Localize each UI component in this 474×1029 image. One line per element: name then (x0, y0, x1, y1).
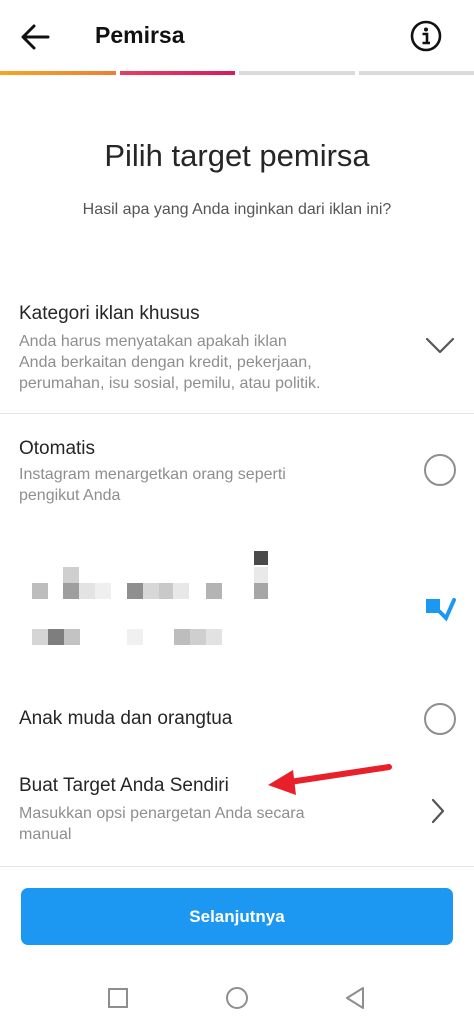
section-title: Pilih target pemirsa (104, 138, 370, 173)
custom-target-title: Buat Target Anda Sendiri (19, 775, 229, 796)
special-category-desc-line: perumahan, isu sosial, pemilu, atau poli… (19, 375, 321, 392)
special-category-desc-line: Anda harus menyatakan apakah iklan (19, 333, 287, 350)
special-category-title: Kategori iklan khusus (19, 303, 200, 324)
automatic-option-desc-line: pengikut Anda (19, 487, 121, 504)
automatic-option-desc-line: Instagram menargetkan orang seperti (19, 466, 286, 483)
progress-segment (0, 71, 116, 75)
progress-bar (0, 71, 474, 75)
blue-check-icon[interactable] (424, 596, 458, 630)
page-title: Pemirsa (95, 22, 185, 48)
info-button[interactable] (410, 20, 442, 52)
section-subtitle: Hasil apa yang Anda inginkan dari iklan … (82, 201, 392, 218)
young-parents-option-row[interactable]: Anak muda dan orangtua (0, 700, 474, 740)
progress-segment (119, 71, 235, 75)
pixel-block (127, 583, 143, 599)
custom-target-row[interactable]: Buat Target Anda Sendiri Masukkan opsi p… (0, 766, 474, 851)
pixel-block (64, 629, 80, 645)
custom-target-desc-line: Masukkan opsi penargetan Anda secara (19, 805, 305, 822)
triangle-back-icon[interactable] (344, 986, 366, 1010)
pixel-block (95, 583, 111, 599)
pixel-block (173, 583, 189, 599)
circle-icon[interactable] (225, 986, 249, 1010)
header: Pemirsa (0, 0, 474, 72)
pixel-block (48, 629, 64, 645)
pixel-block (206, 583, 222, 599)
info-icon (410, 20, 442, 52)
automatic-option-row[interactable]: Otomatis Instagram menargetkan orang sep… (0, 430, 474, 516)
chevron-right-icon[interactable] (430, 797, 446, 825)
pixel-block (63, 583, 79, 599)
pixel-block (206, 629, 222, 645)
chevron-down-icon[interactable] (425, 337, 455, 355)
divider (0, 866, 474, 867)
pixelated-region (0, 540, 474, 660)
automatic-radio[interactable] (424, 454, 456, 486)
back-button[interactable] (18, 20, 56, 54)
automatic-option-title: Otomatis (19, 438, 96, 459)
pixel-block (174, 629, 190, 645)
pixel-block (32, 629, 48, 645)
pixel-block (143, 583, 159, 599)
system-navbar (0, 972, 474, 1029)
young-parents-radio[interactable] (424, 703, 456, 735)
pixel-block (63, 567, 79, 583)
pixel-block (190, 629, 206, 645)
young-parents-option-title: Anak muda dan orangtua (19, 708, 233, 729)
pixel-block (127, 629, 143, 645)
custom-target-desc-line: manual (19, 826, 72, 843)
pixel-block (254, 551, 268, 565)
next-button[interactable]: Selanjutnya (21, 888, 453, 945)
progress-segment (239, 71, 355, 75)
pixel-block (254, 567, 268, 583)
pixel-block (79, 583, 95, 599)
square-icon[interactable] (107, 987, 129, 1009)
special-category-row[interactable]: Kategori iklan khusus Anda harus menyata… (0, 295, 474, 411)
divider (0, 413, 474, 414)
pixel-block (32, 583, 48, 599)
progress-segment (358, 71, 474, 75)
special-category-desc-line: Anda berkaitan dengan kredit, pekerjaan, (19, 354, 312, 371)
arrow-left-icon (21, 24, 50, 50)
pixel-block (254, 583, 268, 599)
pixel-block (159, 583, 173, 599)
